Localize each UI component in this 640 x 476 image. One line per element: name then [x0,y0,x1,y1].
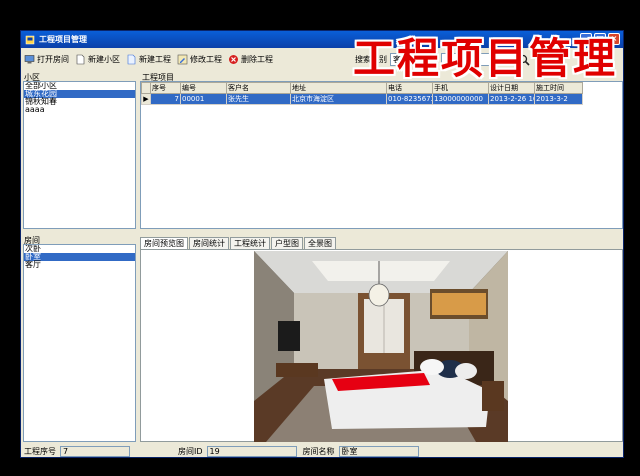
window-title: 工程项目管理 [39,35,87,44]
new-project-label: 新建工程 [139,54,171,64]
col-header-design-date[interactable]: 设计日期 [488,82,535,94]
tab-1[interactable]: 房间统计 [189,237,229,249]
col-header-build-date[interactable]: 施工时间 [534,82,583,94]
room-list[interactable]: 次卧 卧室 客厅 [23,244,136,442]
cell-phone: 010-82356736 [386,93,433,105]
monitor-icon [24,54,35,63]
table-header-row: 序号 编号 客户名 地址 电话 手机 设计日期 施工时间 [141,82,583,94]
new-project-button[interactable]: 新建工程 [126,54,171,65]
project-no-label: 工程序号 [24,447,56,456]
new-community-label: 新建小区 [88,54,120,64]
room-preview-image [254,251,508,442]
cell-address: 北京市海淀区 [290,93,387,105]
edit-project-label: 修改工程 [190,54,222,64]
tab-3[interactable]: 户型图 [271,237,303,249]
edit-icon [177,54,188,64]
row-pointer-icon: ▶ [141,93,151,105]
document-icon [76,54,85,64]
document-icon [127,54,136,64]
project-table: 序号 编号 客户名 地址 电话 手机 设计日期 施工时间 ▶ 7 00001 张… [141,82,583,105]
col-header-customer[interactable]: 客户名 [226,82,291,94]
table-row[interactable]: ▶ 7 00001 张先生 北京市海淀区 010-82356736 130000… [141,93,583,105]
col-header-address[interactable]: 地址 [290,82,387,94]
app-window: 工程项目管理 _ □ × 打开房间 新建小区 新建工程 修改工程 删除工程 搜索… [20,30,624,458]
project-grid[interactable]: 序号 编号 客户名 地址 电话 手机 设计日期 施工时间 ▶ 7 00001 张… [140,81,623,229]
cell-build-date: 2013-3-2 [534,93,583,105]
project-no-field: 7 [60,446,130,457]
tab-4[interactable]: 全景图 [304,237,336,249]
delete-icon [229,54,238,64]
room-list-item[interactable]: 客厅 [24,261,135,269]
edit-project-button[interactable]: 修改工程 [177,54,222,65]
row-header-corner [141,82,151,94]
col-header-mobile[interactable]: 手机 [432,82,489,94]
cell-seq: 7 [150,93,181,105]
delete-project-label: 删除工程 [241,54,273,64]
room-name-field: 卧室 [338,446,419,457]
cell-design-date: 2013-2-26 16:4 [488,93,535,105]
status-bar: 工程序号 7 房间ID 19 房间名称 卧室 [21,445,623,457]
room-id-field: 19 [206,446,297,457]
room-name-label: 房间名称 [302,447,335,456]
tab-2[interactable]: 工程统计 [230,237,270,249]
room-id-label: 房间ID [178,447,203,456]
community-list-item[interactable]: aaaa [24,106,135,114]
delete-project-button[interactable]: 删除工程 [228,54,273,65]
cell-customer: 张先生 [226,93,291,105]
bedroom-render-icon [254,251,508,442]
col-header-seq[interactable]: 序号 [150,82,181,94]
cell-mobile: 13000000000 [432,93,489,105]
brand-title: 工程项目管理 [353,34,618,83]
open-room-label: 打开房间 [37,54,69,64]
cell-code: 00001 [180,93,227,105]
new-community-button[interactable]: 新建小区 [75,54,120,65]
col-header-phone[interactable]: 电话 [386,82,433,94]
col-header-code[interactable]: 编号 [180,82,227,94]
community-list[interactable]: 全部小区 城东花园 锦秋知春 aaaa [23,81,136,229]
open-room-button[interactable]: 打开房间 [24,54,69,65]
app-icon [25,35,35,44]
